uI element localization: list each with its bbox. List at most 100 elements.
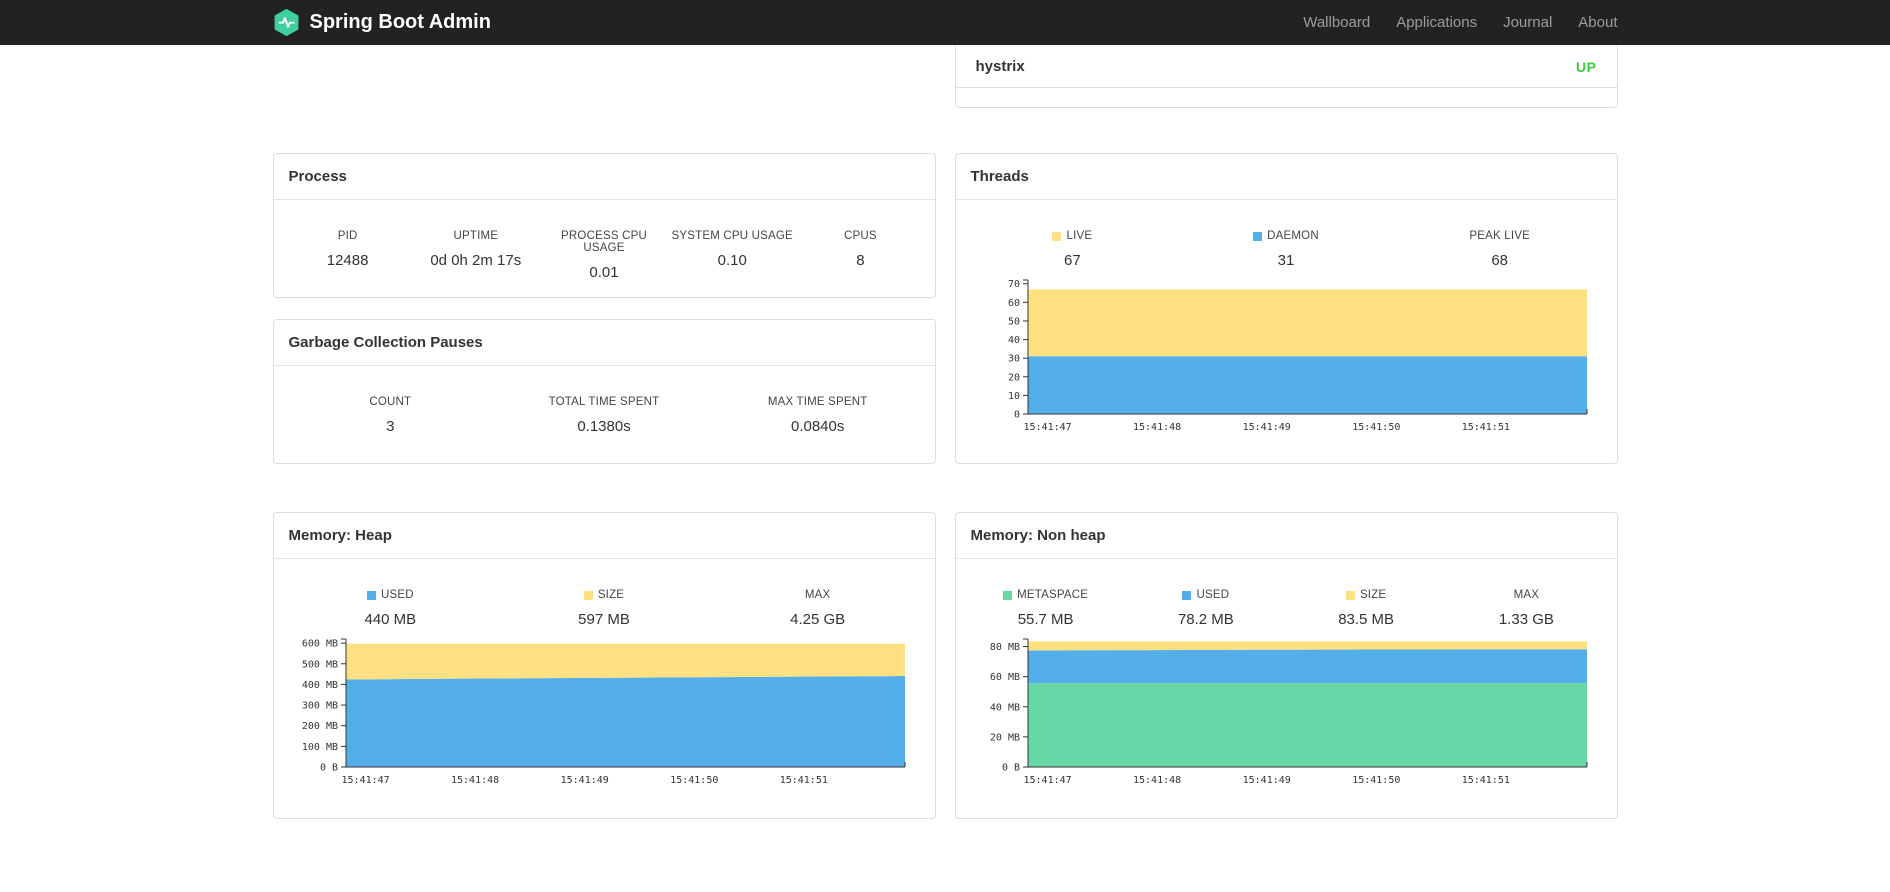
legend-item-metaspace: METASPACE 55.7 MB (966, 589, 1126, 628)
daemon-swatch-icon (1253, 231, 1263, 241)
memory-heap-panel-title: Memory: Heap (273, 513, 935, 559)
navbar: Spring Boot Admin Wallboard Applications… (0, 0, 1890, 45)
metric-label: COUNT (369, 396, 412, 408)
svg-text:100 MB: 100 MB (301, 742, 337, 753)
metric-label: PROCESS CPU USAGE (561, 230, 647, 254)
svg-text:0 B: 0 B (1001, 763, 1019, 774)
legend-item-used: USED 78.2 MB (1126, 589, 1286, 628)
metric-value: 8 (856, 252, 865, 269)
legend-item-size: SIZE 83.5 MB (1286, 589, 1446, 628)
svg-text:0: 0 (1013, 410, 1019, 421)
svg-text:40 MB: 40 MB (989, 702, 1019, 713)
svg-text:300 MB: 300 MB (301, 701, 337, 712)
row-top: hystrix UP (273, 45, 1618, 108)
legend-item-used: USED 440 MB (284, 589, 498, 628)
legend-value: 440 MB (364, 611, 417, 628)
brand[interactable]: Spring Boot Admin (273, 9, 491, 36)
svg-text:20 MB: 20 MB (989, 732, 1019, 743)
used-swatch-icon (1182, 590, 1192, 600)
svg-text:15:41:50: 15:41:50 (1352, 775, 1400, 786)
legend-label: PEAK LIVE (1469, 230, 1530, 242)
legend-value: 55.7 MB (1017, 611, 1074, 628)
svg-text:15:41:49: 15:41:49 (560, 775, 608, 786)
application-name: hystrix (975, 58, 1025, 75)
svg-text:50: 50 (1007, 316, 1019, 327)
svg-text:15:41:51: 15:41:51 (1461, 775, 1509, 786)
memory-nonheap-chart: 0 B 20 MB 40 MB 60 MB 80 MB 15:41:47 15:41:48 1… (976, 633, 1591, 787)
col-bottom-right: Memory: Non heap METASPACE 55.7 MB USED (954, 512, 1618, 819)
metric-gc-count: COUNT 3 (284, 396, 498, 435)
svg-text:200 MB: 200 MB (301, 721, 337, 732)
col-middle-left: Process PID 12488 UPTIME 0d 0h 2m 17s PR… (272, 153, 936, 464)
legend-item-size: SIZE 597 MB (497, 589, 711, 628)
legend-label: DAEMON (1253, 230, 1319, 242)
legend-label: MAX (804, 589, 831, 601)
legend-value: 597 MB (578, 611, 630, 628)
metric-gc-max-time: MAX TIME SPENT 0.0840s (711, 396, 925, 435)
svg-text:70: 70 (1007, 279, 1019, 290)
threads-panel-title: Threads (955, 154, 1617, 200)
memory-nonheap-panel: Memory: Non heap METASPACE 55.7 MB USED (954, 512, 1618, 819)
svg-text:15:41:50: 15:41:50 (1352, 422, 1400, 433)
metric-value: 3 (386, 418, 395, 435)
nav-item-journal[interactable]: Journal (1503, 14, 1552, 31)
metric-label: MAX TIME SPENT (767, 396, 868, 408)
metric-cpus: CPUS 8 (796, 230, 924, 281)
svg-text:80 MB: 80 MB (989, 642, 1019, 653)
metric-value: 0.01 (589, 264, 619, 281)
legend-value: 78.2 MB (1177, 611, 1234, 628)
svg-text:30: 30 (1007, 354, 1019, 365)
process-metrics: PID 12488 UPTIME 0d 0h 2m 17s PROCESS CP… (274, 200, 935, 281)
nav-links: Wallboard Applications Journal About (1303, 14, 1617, 31)
svg-text:15:41:51: 15:41:51 (1461, 422, 1509, 433)
svg-text:20: 20 (1007, 372, 1019, 383)
memory-heap-panel: Memory: Heap USED 440 MB SIZE 597 MB MAX… (272, 512, 936, 819)
svg-text:15:41:47: 15:41:47 (341, 775, 389, 786)
application-row-hystrix[interactable]: hystrix UP (955, 45, 1617, 88)
brand-title: Spring Boot Admin (309, 11, 491, 33)
svg-text:15:41:49: 15:41:49 (1242, 775, 1290, 786)
used-swatch-icon (366, 590, 376, 600)
metaspace-swatch-icon (1003, 590, 1013, 600)
nav-item-applications[interactable]: Applications (1396, 14, 1477, 31)
application-status-badge: UP (1576, 58, 1597, 75)
application-status-card: hystrix UP (954, 45, 1618, 108)
nav-item-about[interactable]: About (1578, 14, 1617, 31)
metric-value: 0.0840s (790, 418, 845, 435)
metric-pid: PID 12488 (284, 230, 412, 281)
legend-item-max: MAX 1.33 GB (1446, 589, 1606, 628)
svg-text:60 MB: 60 MB (989, 672, 1019, 683)
legend-label: SIZE (1345, 589, 1386, 601)
legend-label: METASPACE (1003, 589, 1088, 601)
metric-system-cpu-usage: SYSTEM CPU USAGE 0.10 (668, 230, 796, 281)
svg-text:15:41:47: 15:41:47 (1023, 422, 1071, 433)
svg-text:40: 40 (1007, 335, 1019, 346)
row-bottom: Memory: Heap USED 440 MB SIZE 597 MB MAX… (272, 512, 1618, 819)
main-content: hystrix UP Process PID 12488 UPTIME 0d 0… (272, 45, 1618, 819)
legend-value: 68 (1491, 252, 1509, 269)
legend-item-daemon: DAEMON 31 (1179, 230, 1393, 269)
legend-value: 1.33 GB (1498, 611, 1554, 628)
legend-label: SIZE (583, 589, 624, 601)
memory-nonheap-legend: METASPACE 55.7 MB USED 78.2 MB SIZE 83.5… (956, 559, 1617, 628)
legend-item-max: MAX 4.25 GB (711, 589, 925, 628)
legend-item-live: LIVE 67 (966, 230, 1180, 269)
legend-label: USED (366, 589, 414, 601)
svg-text:15:41:48: 15:41:48 (1133, 422, 1181, 433)
metric-uptime: UPTIME 0d 0h 2m 17s (412, 230, 540, 281)
metric-value: 0d 0h 2m 17s (430, 252, 522, 269)
metric-process-cpu-usage: PROCESS CPU USAGE 0.01 (540, 230, 668, 281)
threads-chart: 0 10 20 30 40 50 60 70 15:41:47 15:41:48 15:41:49 1… (976, 274, 1591, 434)
metric-label: PID (337, 230, 358, 242)
svg-text:400 MB: 400 MB (301, 680, 337, 691)
gc-panel-title: Garbage Collection Pauses (273, 320, 935, 366)
metric-label: UPTIME (453, 230, 499, 242)
metric-label: TOTAL TIME SPENT (548, 396, 660, 408)
threads-panel: Threads LIVE 67 DAEMON 31 PEAK LIVE 68 0… (954, 153, 1618, 464)
memory-heap-legend: USED 440 MB SIZE 597 MB MAX 4.25 GB (274, 559, 935, 628)
metric-value: 12488 (326, 252, 369, 269)
threads-legend: LIVE 67 DAEMON 31 PEAK LIVE 68 (956, 200, 1617, 269)
gc-pauses-panel: Garbage Collection Pauses COUNT 3 TOTAL … (272, 319, 936, 464)
nav-item-wallboard[interactable]: Wallboard (1303, 14, 1370, 31)
metric-gc-total-time: TOTAL TIME SPENT 0.1380s (497, 396, 711, 435)
